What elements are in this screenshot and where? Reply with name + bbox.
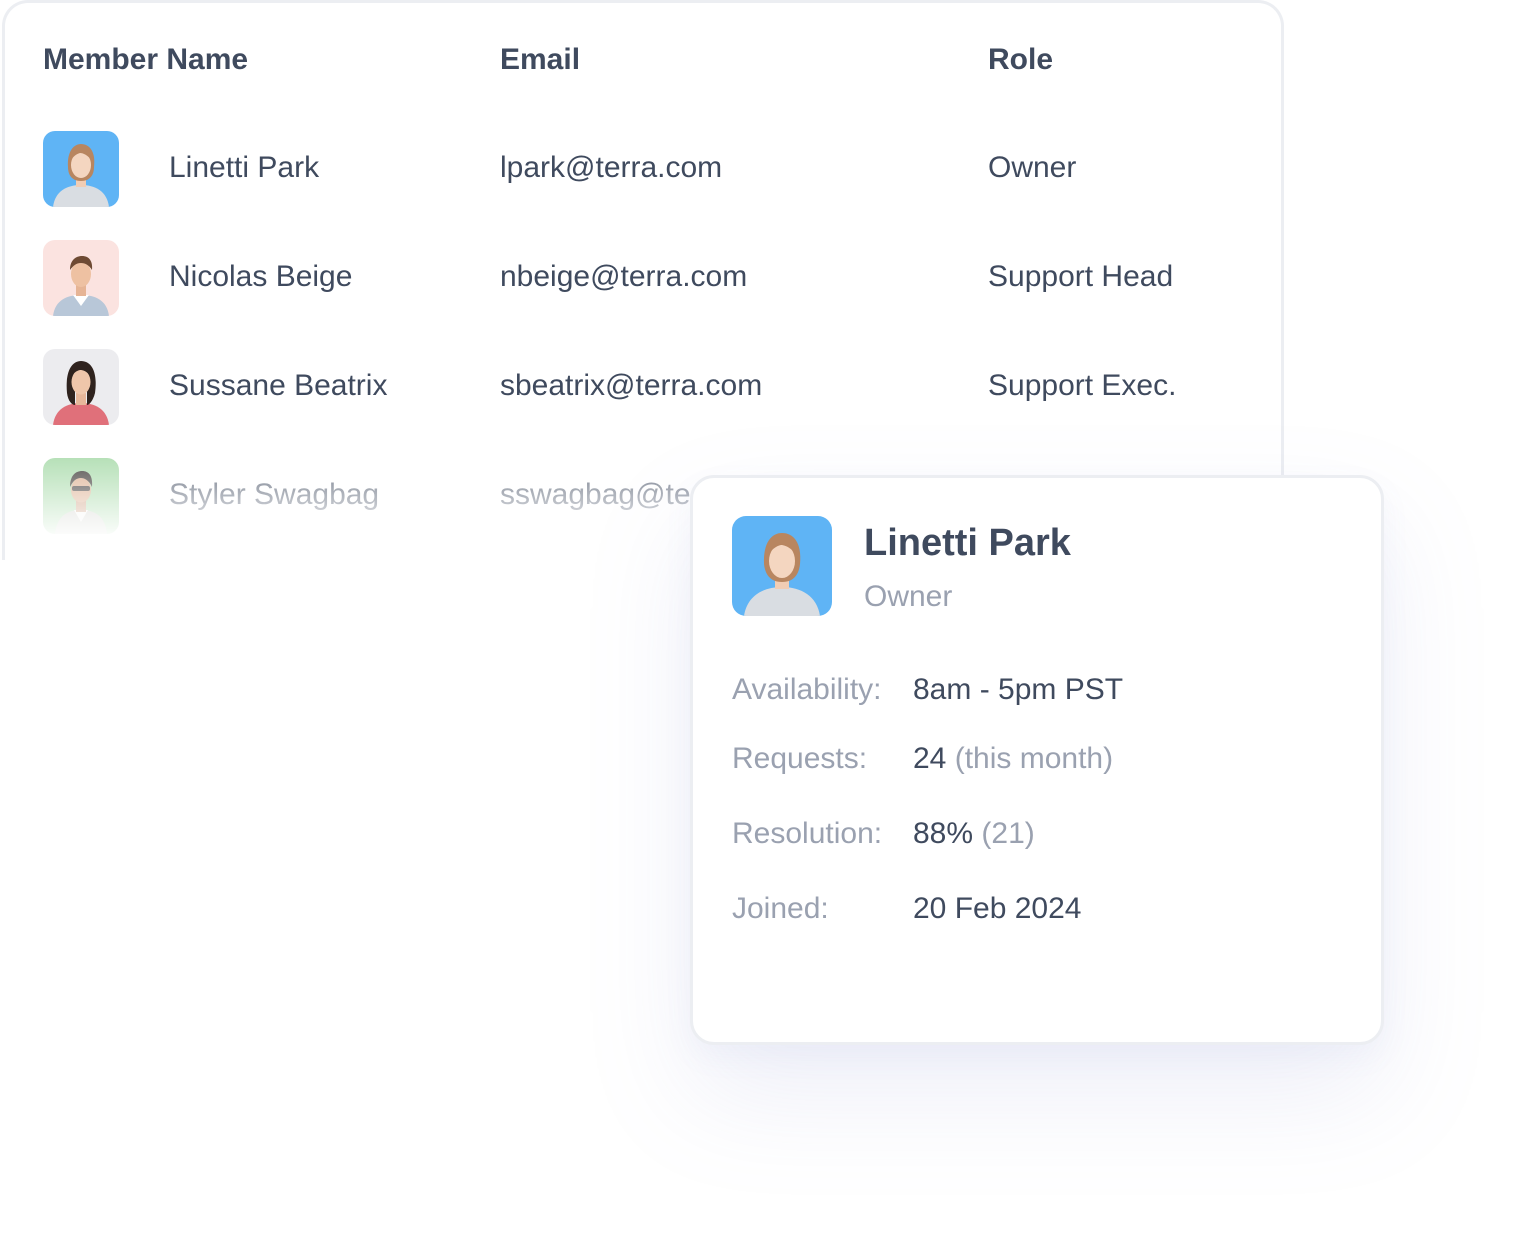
member-profile-card: Linetti Park Owner Availability: 8am - 5…	[690, 475, 1384, 1045]
stat-value-group: 24 (this month)	[913, 742, 1113, 776]
table-row[interactable]: Sussane Beatrix sbeatrix@terra.com Suppo…	[5, 349, 1281, 425]
stat-requests: Requests: 24 (this month)	[732, 742, 1332, 782]
avatar[interactable]	[43, 458, 119, 534]
table-row[interactable]: Linetti Park lpark@terra.com Owner	[5, 131, 1281, 207]
stat-label: Availability:	[732, 673, 882, 706]
person-avatar-icon	[43, 349, 119, 425]
avatar[interactable]	[43, 131, 119, 207]
stat-resolution: Resolution: 88% (21)	[732, 817, 1332, 857]
stat-value: 8am - 5pm PST	[913, 673, 1124, 706]
stat-label: Resolution:	[732, 817, 883, 850]
stat-note: (21)	[981, 817, 1035, 850]
profile-name: Linetti Park	[864, 522, 1071, 564]
member-role: Support Exec.	[988, 369, 1177, 402]
stat-value: 88%	[913, 817, 974, 850]
person-avatar-icon	[43, 131, 119, 207]
member-name: Styler Swagbag	[169, 478, 380, 511]
member-email: nbeige@terra.com	[500, 260, 748, 293]
column-header-member-name[interactable]: Member Name	[43, 43, 248, 77]
member-role: Support Head	[988, 260, 1174, 293]
member-name: Linetti Park	[169, 151, 320, 184]
stat-label: Joined:	[732, 892, 829, 925]
stat-value: 24	[913, 742, 947, 775]
column-header-role[interactable]: Role	[988, 43, 1053, 77]
table-row[interactable]: Nicolas Beige nbeige@terra.com Support H…	[5, 240, 1281, 316]
stat-availability: Availability: 8am - 5pm PST	[732, 673, 1332, 713]
stat-value: 20 Feb 2024	[913, 892, 1082, 925]
person-avatar-icon	[732, 516, 832, 616]
member-email: sswagbag@te	[500, 478, 691, 511]
team-members-view: Member Name Email Role Linetti Park lpar…	[0, 0, 1525, 1234]
avatar[interactable]	[43, 349, 119, 425]
member-name: Nicolas Beige	[169, 260, 353, 293]
member-role: Owner	[988, 151, 1077, 184]
person-avatar-icon	[43, 240, 119, 316]
member-email: lpark@terra.com	[500, 151, 723, 184]
column-header-email[interactable]: Email	[500, 43, 580, 77]
person-avatar-icon	[43, 458, 119, 534]
stat-joined: Joined: 20 Feb 2024	[732, 892, 1332, 932]
profile-avatar	[732, 516, 832, 616]
avatar[interactable]	[43, 240, 119, 316]
stat-label: Requests:	[732, 742, 868, 775]
stat-note: (this month)	[954, 742, 1114, 775]
member-name: Sussane Beatrix	[169, 369, 388, 402]
stat-value-group: 88% (21)	[913, 817, 1035, 851]
member-email: sbeatrix@terra.com	[500, 369, 763, 402]
profile-role: Owner	[864, 580, 953, 613]
